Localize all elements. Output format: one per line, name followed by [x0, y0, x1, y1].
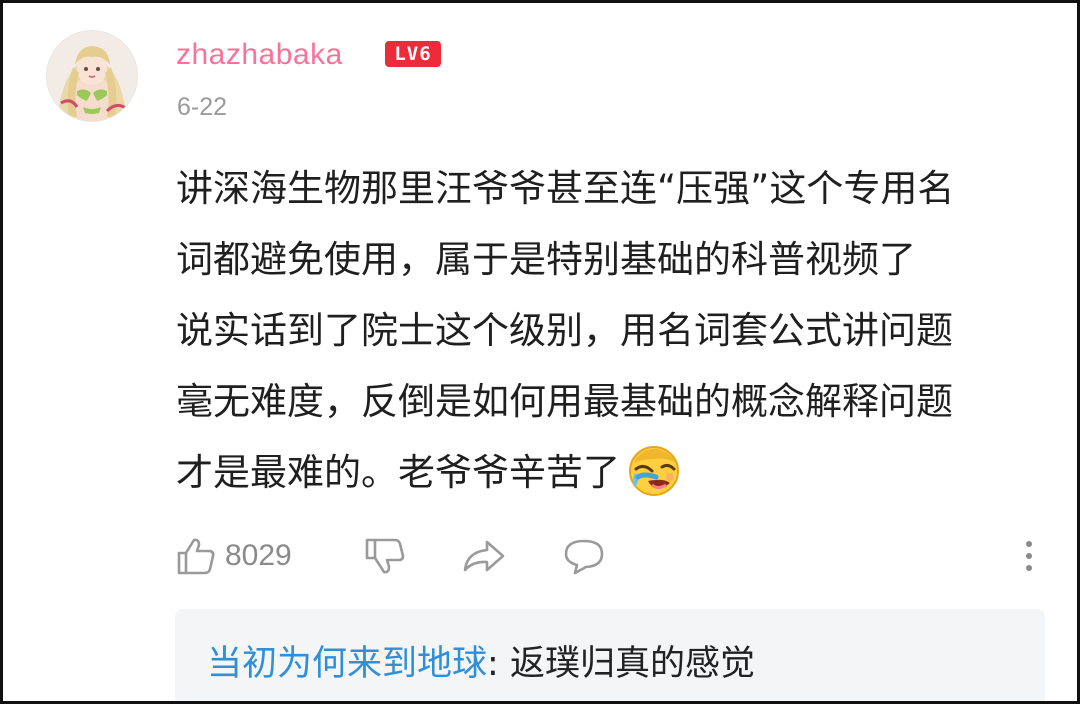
comment-actions: 8029 — [3, 528, 1077, 584]
avatar[interactable] — [47, 31, 137, 121]
anime-girl-avatar-icon — [47, 31, 137, 121]
comment-line: 词都避免使用，属于是特别基础的科普视频了 — [176, 238, 916, 281]
more-options-button[interactable] — [1015, 528, 1043, 584]
share-button[interactable] — [461, 528, 507, 584]
comment-line-text: 才是最难的。老爷爷辛苦了 — [176, 451, 620, 494]
thumbs-down-icon — [365, 538, 405, 574]
comment-line: 讲深海生物那里汪爷爷甚至连“压强”这个专用名 — [176, 167, 955, 210]
reply-content: 返璞归真的感觉 — [509, 644, 755, 684]
reply-preview[interactable]: 当初为何来到地球: 返璞归真的感觉 — [175, 609, 1045, 701]
reply-separator: : — [487, 644, 510, 684]
dislike-button[interactable] — [363, 528, 407, 584]
comment-date: 6-22 — [177, 93, 228, 121]
username[interactable]: zhazhabaka — [176, 33, 343, 77]
more-vertical-icon — [1026, 541, 1032, 571]
comment-line-last: 才是最难的。老爷爷辛苦了 — [176, 437, 1056, 508]
like-button[interactable]: 8029 — [175, 528, 292, 584]
reply-username[interactable]: 当初为何来到地球 — [207, 644, 487, 684]
comment-bubble-icon — [564, 539, 604, 575]
comment-content: 讲深海生物那里汪爷爷甚至连“压强”这个专用名 词都避免使用，属于是特别基础的科普… — [176, 153, 1056, 508]
comment-card: zhazhabaka LV6 6-22 讲深海生物那里汪爷爷甚至连“压强”这个专… — [0, 0, 1080, 704]
crying-laughing-emoji-icon — [626, 443, 682, 499]
reply-preview-text: 当初为何来到地球: 返璞归真的感觉 — [207, 639, 755, 689]
comment-line: 毫无难度，反倒是如何用最基础的概念解释问题 — [176, 380, 953, 423]
comment-line: 说实话到了院士这个级别，用名词套公式讲问题 — [176, 309, 953, 352]
share-icon — [463, 540, 505, 572]
thumbs-up-icon — [177, 538, 215, 575]
reply-button[interactable] — [561, 528, 607, 584]
like-count: 8029 — [225, 539, 292, 572]
level-badge: LV6 — [385, 41, 441, 67]
